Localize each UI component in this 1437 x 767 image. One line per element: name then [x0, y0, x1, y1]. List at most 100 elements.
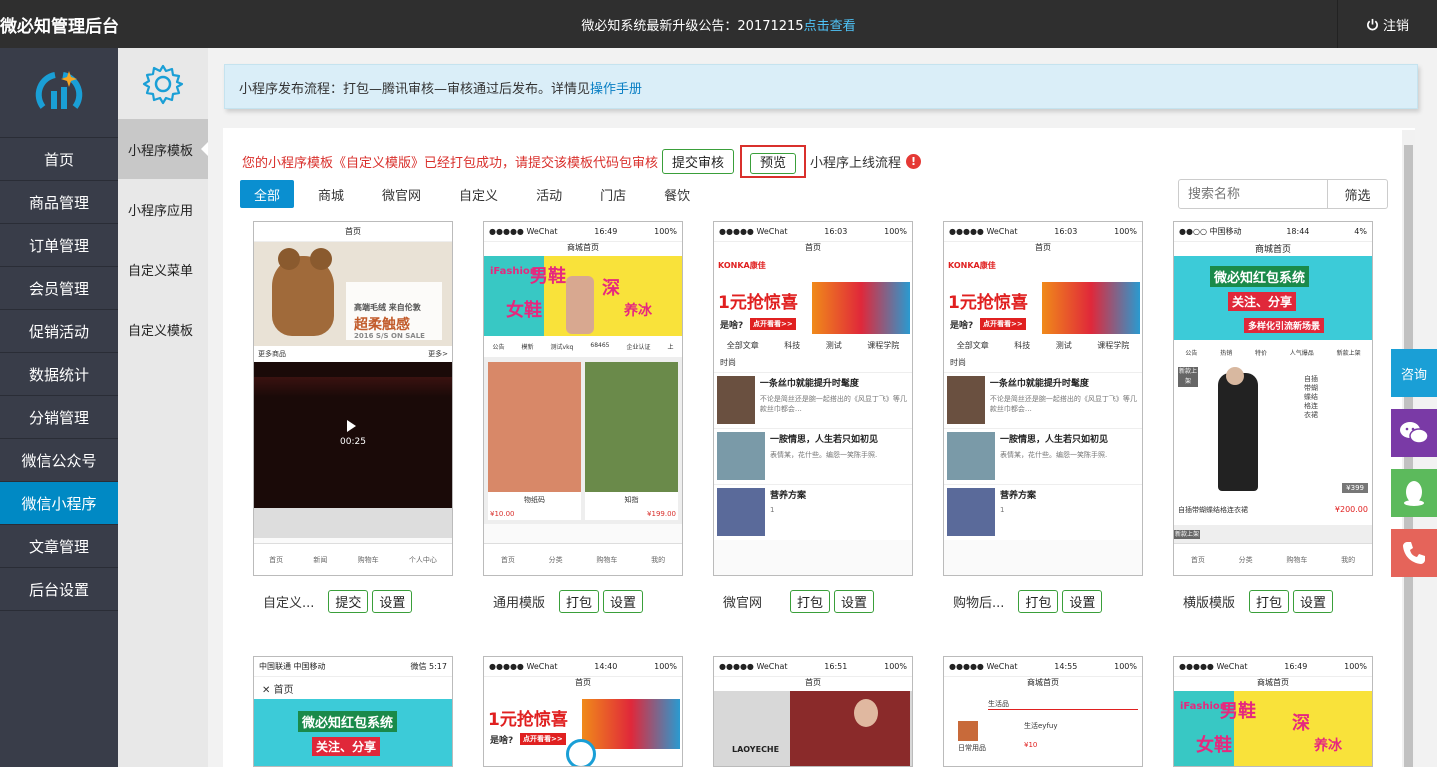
sidebar-item-products[interactable]: 商品管理	[0, 181, 118, 224]
template-card-general[interactable]: ●●●●● WeChat 16:49 100% 商城首页 iFashion 男鞋 女…	[483, 221, 683, 576]
settings-button[interactable]: 设置	[372, 590, 413, 613]
phone-title: 首页	[944, 242, 1142, 256]
phone-tabbar: 首页 新闻 购物车 个人中心	[254, 543, 452, 575]
phone-icon	[1403, 542, 1425, 564]
template-card-row2[interactable]: ●●●●● WeChat 14:40 100% 首页 1元抢惊喜 是啥? 点开看看>…	[483, 656, 683, 767]
phone-title: 首页	[714, 677, 912, 691]
article-item: 一胺情思，人生若只如初见 表情某，花什些。编怨一笑陈手照.	[944, 428, 1142, 484]
tab-store[interactable]: 门店	[586, 180, 640, 208]
sidebar-item-orders[interactable]: 订单管理	[0, 224, 118, 267]
subnav-custom-menu[interactable]: 自定义菜单	[118, 239, 208, 299]
sidebar-item-label: 文章管理	[28, 537, 89, 556]
sidebar-item-label: 微信公众号	[21, 451, 97, 470]
preview-button[interactable]: 预览	[750, 152, 797, 174]
phone-status-bar: ●●●●● WeChat 16:03 100%	[714, 222, 912, 242]
phone-status-bar: ●●●●● WeChat 16:51 100%	[714, 657, 912, 677]
card-caption: 横版模版 打包 设置	[1183, 590, 1334, 613]
notice-text: 微必知系统最新升级公告：20171215	[581, 19, 804, 34]
close-icon[interactable]: ✕	[262, 685, 270, 696]
qq-icon	[1404, 481, 1424, 506]
banner-image: 微必知红包系统 关注、分享 多样化引流新场景	[1174, 256, 1372, 340]
template-card-shopping[interactable]: ●●●●● WeChat 16:03 100% 首页 KONKA康佳 1元抢惊喜 是…	[943, 221, 1143, 576]
consult-button[interactable]: 咨询	[1391, 349, 1437, 397]
warning-icon[interactable]: !	[906, 153, 922, 169]
filter-button[interactable]: 筛选	[1327, 180, 1387, 208]
card-caption: 购物后... 打包 设置	[953, 590, 1103, 613]
settings-button[interactable]: 设置	[1293, 590, 1334, 613]
package-button[interactable]: 打包	[790, 590, 831, 613]
sidebar-item-wechat-official[interactable]: 微信公众号	[0, 439, 118, 482]
settings-button[interactable]: 设置	[1062, 590, 1103, 613]
phone-button[interactable]	[1391, 529, 1437, 577]
tab-activity[interactable]: 活动	[522, 180, 576, 208]
launch-flow-link[interactable]: 小程序上线流程	[810, 152, 901, 171]
phone-status-bar: 中国联通 中国移动 微信 5:17	[254, 657, 452, 677]
phone-status-bar: ●●●●● WeChat 14:40 100%	[484, 657, 682, 677]
package-button[interactable]: 打包	[1249, 590, 1290, 613]
phone-status-bar: ●●○○ 中国移动 18:44 4%	[1174, 222, 1372, 242]
card-caption: 微官网 打包 设置	[723, 590, 875, 613]
tab-mall[interactable]: 商城	[304, 180, 358, 208]
sidebar-item-articles[interactable]: 文章管理	[0, 525, 118, 568]
template-card-horizontal[interactable]: ●●○○ 中国移动 18:44 4% 商城首页 微必知红包系统 关注、分享 多样化引…	[1173, 221, 1373, 576]
sidebar-item-members[interactable]: 会员管理	[0, 267, 118, 310]
phone-title: 首页	[714, 242, 912, 256]
more-goods-row: 更多商品 更多>	[254, 346, 452, 362]
sidebar-item-statistics[interactable]: 数据统计	[0, 353, 118, 396]
tab-all[interactable]: 全部	[240, 180, 295, 208]
template-card-row2[interactable]: ●●●●● WeChat 14:55 100% 商城首页 生活品 日常用品 生活ey…	[943, 656, 1143, 767]
tab-official-site[interactable]: 微官网	[368, 180, 435, 208]
top-bar: 微必知管理后台 微必知系统最新升级公告：20171215点击查看 注销	[0, 0, 1437, 48]
logout-label: 注销	[1382, 18, 1409, 34]
sidebar-item-distribution[interactable]: 分销管理	[0, 396, 118, 439]
preview-highlight: 预览	[740, 144, 807, 178]
phone-title: 商城首页	[1174, 677, 1372, 691]
subnav-custom-template[interactable]: 自定义模板	[118, 299, 208, 359]
package-button[interactable]: 打包	[559, 590, 600, 613]
phone-title: 商城首页	[1174, 242, 1372, 256]
package-message-row: 您的小程序模板《自定义模版》已经打包成功，请提交该模板代码包审核 提交审核 预览…	[242, 144, 922, 178]
qq-button[interactable]	[1391, 469, 1437, 517]
template-name: 横版模版	[1183, 596, 1236, 611]
consult-label: 咨询	[1400, 367, 1427, 383]
power-icon	[1367, 18, 1378, 30]
wechat-icon	[1400, 422, 1429, 444]
template-card-row2[interactable]: ●●●●● WeChat 16:49 100% 商城首页 iFashion 男鞋 女…	[1173, 656, 1373, 767]
manual-link[interactable]: 操作手册	[590, 82, 642, 97]
banner-image: 微必知红包系统 关注、分享	[254, 699, 452, 766]
brand-logo[interactable]	[0, 48, 118, 138]
template-card-official[interactable]: ●●●●● WeChat 16:03 100% 首页 KONKA康佳 1元抢惊喜 是…	[713, 221, 913, 576]
sidebar-item-home[interactable]: 首页	[0, 138, 118, 181]
settings-button[interactable]: 设置	[834, 590, 875, 613]
template-card-row2[interactable]: ●●●●● WeChat 16:51 100% 首页 LAOYECHE	[713, 656, 913, 767]
phone-status-bar: ●●●●● WeChat 16:49 100%	[484, 222, 682, 242]
sidebar-nav: 首页 商品管理 订单管理 会员管理 促销活动 数据统计 分销管理 微信公众号 微…	[0, 138, 118, 611]
template-card-custom[interactable]: 首页 高端毛绒 来自伦敦 超柔触感 2016 S/S ON SALE 更多商品更…	[253, 221, 453, 576]
sub-sidebar: 小程序模板 小程序应用 自定义菜单 自定义模板	[118, 48, 208, 767]
article-item: 一条丝巾就能提升时髦度 不论是简丝还是腕一起搭出的《风显丁飞》等几款丝巾都会…	[944, 372, 1142, 428]
category-grid: 全部文章 科技 测试 课程学院	[944, 336, 1142, 355]
category-tabs: 全部 商城 微官网 自定义 活动 门店 餐饮	[240, 180, 714, 208]
submit-button[interactable]: 提交	[328, 590, 369, 613]
logout-button[interactable]: 注销	[1337, 0, 1437, 48]
subnav-mini-apps[interactable]: 小程序应用	[118, 179, 208, 239]
phone-status-bar: ●●●●● WeChat 16:03 100%	[944, 222, 1142, 242]
settings-button[interactable]: 设置	[603, 590, 644, 613]
sidebar-item-mini-program[interactable]: 微信小程序	[0, 482, 118, 525]
package-button[interactable]: 打包	[1018, 590, 1059, 613]
submit-review-button[interactable]: 提交审核	[662, 148, 735, 174]
notice-link[interactable]: 点击查看	[804, 19, 856, 34]
tab-dining[interactable]: 餐饮	[650, 180, 704, 208]
sidebar-item-promotions[interactable]: 促销活动	[0, 310, 118, 353]
gear-icon	[118, 48, 208, 119]
search-input[interactable]	[1179, 180, 1327, 208]
banner-image: KONKA康佳 1元抢惊喜 是啥? 点开看看>>	[714, 256, 912, 336]
sidebar-item-settings[interactable]: 后台设置	[0, 568, 118, 611]
phone-status-bar: ●●●●● WeChat 16:49 100%	[1174, 657, 1372, 677]
phone-title: 首页	[484, 677, 682, 691]
subnav-mini-templates[interactable]: 小程序模板	[118, 119, 208, 179]
template-card-row2[interactable]: 中国联通 中国移动 微信 5:17 ✕ 首页 微必知红包系统 关注、分享	[253, 656, 453, 767]
phone-title: 商城首页	[944, 677, 1142, 691]
tab-custom[interactable]: 自定义	[445, 180, 512, 208]
wechat-button[interactable]	[1391, 409, 1437, 457]
